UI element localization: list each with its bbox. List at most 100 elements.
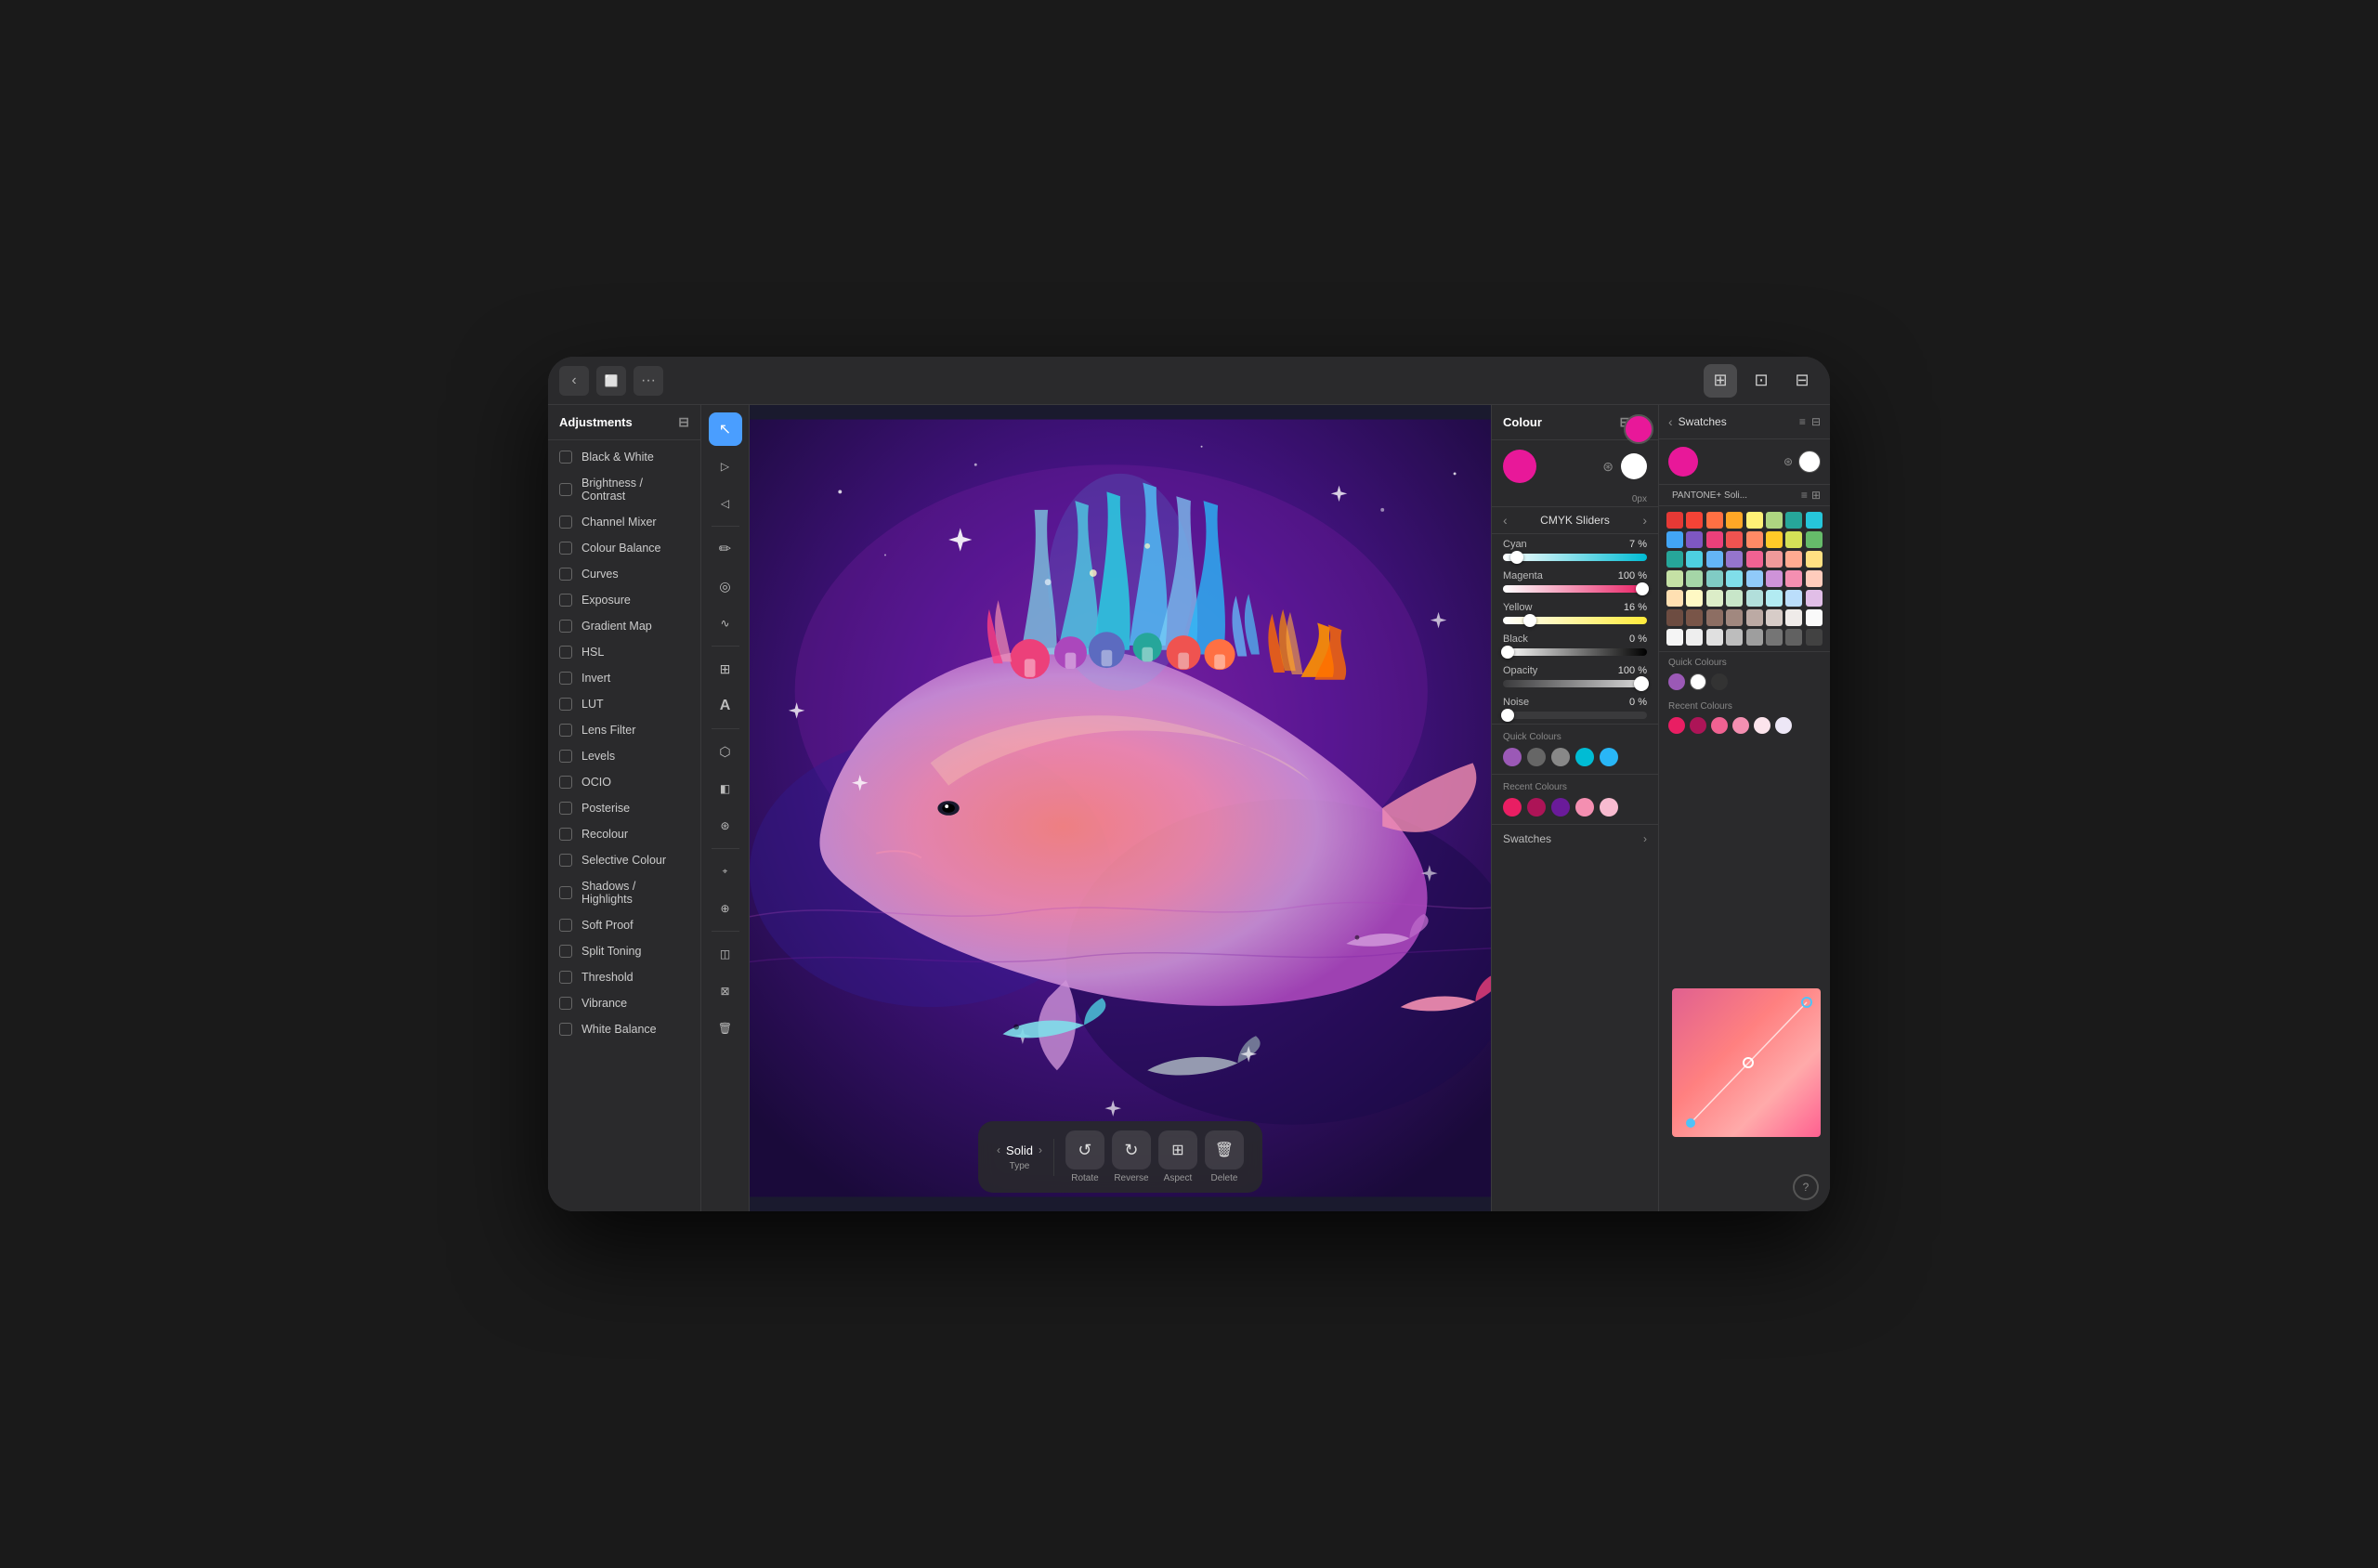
- swatch-cell-30[interactable]: [1785, 570, 1802, 587]
- tool-export-button[interactable]: ⊟: [1785, 364, 1819, 398]
- adj-item-recolour[interactable]: Recolour: [548, 821, 700, 847]
- sliders-next-arrow[interactable]: ›: [1642, 513, 1647, 528]
- swatch-cell-14[interactable]: [1785, 531, 1802, 548]
- tool-select[interactable]: ↖: [709, 412, 742, 446]
- canvas-area[interactable]: ‹ Solid › Type ↺ Rotate ↻ Reverse: [750, 405, 1491, 1211]
- tool-fill[interactable]: ⬡: [709, 735, 742, 768]
- adj-item-bw[interactable]: Black & White: [548, 444, 700, 470]
- sp-recent-dot-4[interactable]: [1732, 717, 1749, 734]
- swatch-cell-49[interactable]: [1686, 629, 1703, 646]
- tool-text[interactable]: A: [709, 689, 742, 723]
- swatch-cell-29[interactable]: [1766, 570, 1783, 587]
- swatch-cell-24[interactable]: [1666, 570, 1683, 587]
- adj-checkbox-sh[interactable]: [559, 886, 572, 899]
- swatch-cell-42[interactable]: [1706, 609, 1723, 626]
- secondary-colour-swatch[interactable]: [1621, 453, 1647, 479]
- adj-item-wb[interactable]: White Balance: [548, 1016, 700, 1042]
- sliders-prev-arrow[interactable]: ‹: [1503, 513, 1508, 528]
- opacity-track[interactable]: [1503, 680, 1647, 687]
- swatch-cell-18[interactable]: [1706, 551, 1723, 568]
- swatch-cell-11[interactable]: [1726, 531, 1743, 548]
- swatch-cell-47[interactable]: [1806, 609, 1823, 626]
- swatches-white-swatch[interactable]: [1798, 451, 1821, 473]
- tool-misc1[interactable]: ◫: [709, 937, 742, 971]
- adj-checkbox-ocio[interactable]: [559, 776, 572, 789]
- tool-grid-button[interactable]: ⊡: [1744, 364, 1778, 398]
- swatches-back-arrow[interactable]: ‹: [1668, 414, 1673, 429]
- sp-quick-dot-2[interactable]: [1690, 673, 1706, 690]
- adj-item-exposure[interactable]: Exposure: [548, 587, 700, 613]
- aspect-button[interactable]: ⊞: [1158, 1130, 1197, 1169]
- adj-checkbox-lf[interactable]: [559, 724, 572, 737]
- adj-checkbox-sp[interactable]: [559, 919, 572, 932]
- swatch-cell-4[interactable]: [1746, 512, 1763, 529]
- rotate-button[interactable]: ↺: [1065, 1130, 1104, 1169]
- adj-checkbox-levels[interactable]: [559, 750, 572, 763]
- tool-clone[interactable]: ⊕: [709, 892, 742, 925]
- swatch-cell-34[interactable]: [1706, 590, 1723, 607]
- adj-item-vibrance[interactable]: Vibrance: [548, 990, 700, 1016]
- opacity-thumb[interactable]: [1634, 676, 1649, 691]
- adj-item-sh[interactable]: Shadows / Highlights: [548, 873, 700, 912]
- type-next-arrow[interactable]: ›: [1039, 1143, 1042, 1156]
- adj-checkbox-exposure[interactable]: [559, 594, 572, 607]
- sp-eyedropper-icon[interactable]: ⊛: [1784, 455, 1793, 468]
- tool-crop[interactable]: ⊞: [709, 652, 742, 686]
- swatch-cell-37[interactable]: [1766, 590, 1783, 607]
- swatch-cell-33[interactable]: [1686, 590, 1703, 607]
- toolbar-aspect[interactable]: ⊞ Aspect: [1158, 1130, 1197, 1183]
- palette-grid-icon[interactable]: ⊞: [1811, 489, 1821, 502]
- sp-quick-dot-3[interactable]: [1711, 673, 1728, 690]
- adj-checkbox-posterise[interactable]: [559, 802, 572, 815]
- tool-trash[interactable]: 🗑: [709, 1012, 742, 1045]
- quick-dot-5[interactable]: [1600, 748, 1618, 766]
- sp-recent-dot-5[interactable]: [1754, 717, 1770, 734]
- toolbar-reverse[interactable]: ↻ Reverse: [1112, 1130, 1151, 1183]
- adj-item-st[interactable]: Split Toning: [548, 938, 700, 964]
- swatch-cell-39[interactable]: [1806, 590, 1823, 607]
- noise-thumb[interactable]: [1501, 709, 1514, 722]
- quick-dot-3[interactable]: [1551, 748, 1570, 766]
- adj-checkbox-lut[interactable]: [559, 698, 572, 711]
- swatch-cell-50[interactable]: [1706, 629, 1723, 646]
- swatch-cell-46[interactable]: [1785, 609, 1802, 626]
- swatch-cell-17[interactable]: [1686, 551, 1703, 568]
- black-track[interactable]: [1503, 648, 1647, 656]
- adj-item-gm[interactable]: Gradient Map: [548, 613, 700, 639]
- swatch-cell-7[interactable]: [1806, 512, 1823, 529]
- swatches-link[interactable]: Swatches ›: [1492, 824, 1658, 853]
- tool-eyedropper[interactable]: ⊛: [709, 809, 742, 843]
- adj-checkbox-hsl[interactable]: [559, 646, 572, 659]
- adj-checkbox-gm[interactable]: [559, 620, 572, 633]
- adj-item-bc[interactable]: Brightness / Contrast: [548, 470, 700, 509]
- toolbar-rotate[interactable]: ↺ Rotate: [1065, 1130, 1104, 1183]
- adj-item-invert[interactable]: Invert: [548, 665, 700, 691]
- swatch-cell-8[interactable]: [1666, 531, 1683, 548]
- swatch-cell-3[interactable]: [1726, 512, 1743, 529]
- adj-item-hsl[interactable]: HSL: [548, 639, 700, 665]
- save-button[interactable]: ⬜: [596, 366, 626, 396]
- swatch-cell-1[interactable]: [1686, 512, 1703, 529]
- swatch-cell-41[interactable]: [1686, 609, 1703, 626]
- tool-shape[interactable]: ◧: [709, 772, 742, 805]
- quick-dot-2[interactable]: [1527, 748, 1546, 766]
- swatch-cell-10[interactable]: [1706, 531, 1723, 548]
- adj-checkbox-cb[interactable]: [559, 542, 572, 555]
- swatch-cell-38[interactable]: [1785, 590, 1802, 607]
- adj-item-lf[interactable]: Lens Filter: [548, 717, 700, 743]
- help-button[interactable]: ?: [1793, 1174, 1819, 1200]
- adj-item-sp[interactable]: Soft Proof: [548, 912, 700, 938]
- swatch-cell-5[interactable]: [1766, 512, 1783, 529]
- gradient-preview[interactable]: [1672, 988, 1821, 1137]
- swatch-cell-16[interactable]: [1666, 551, 1683, 568]
- swatch-cell-9[interactable]: [1686, 531, 1703, 548]
- adj-item-ocio[interactable]: OCIO: [548, 769, 700, 795]
- adj-item-lut[interactable]: LUT: [548, 691, 700, 717]
- swatch-cell-55[interactable]: [1806, 629, 1823, 646]
- cyan-thumb[interactable]: [1510, 551, 1523, 564]
- swatch-cell-36[interactable]: [1746, 590, 1763, 607]
- yellow-track[interactable]: [1503, 617, 1647, 624]
- adj-checkbox-recolour[interactable]: [559, 828, 572, 841]
- swatch-cell-20[interactable]: [1746, 551, 1763, 568]
- recent-dot-5[interactable]: [1600, 798, 1618, 817]
